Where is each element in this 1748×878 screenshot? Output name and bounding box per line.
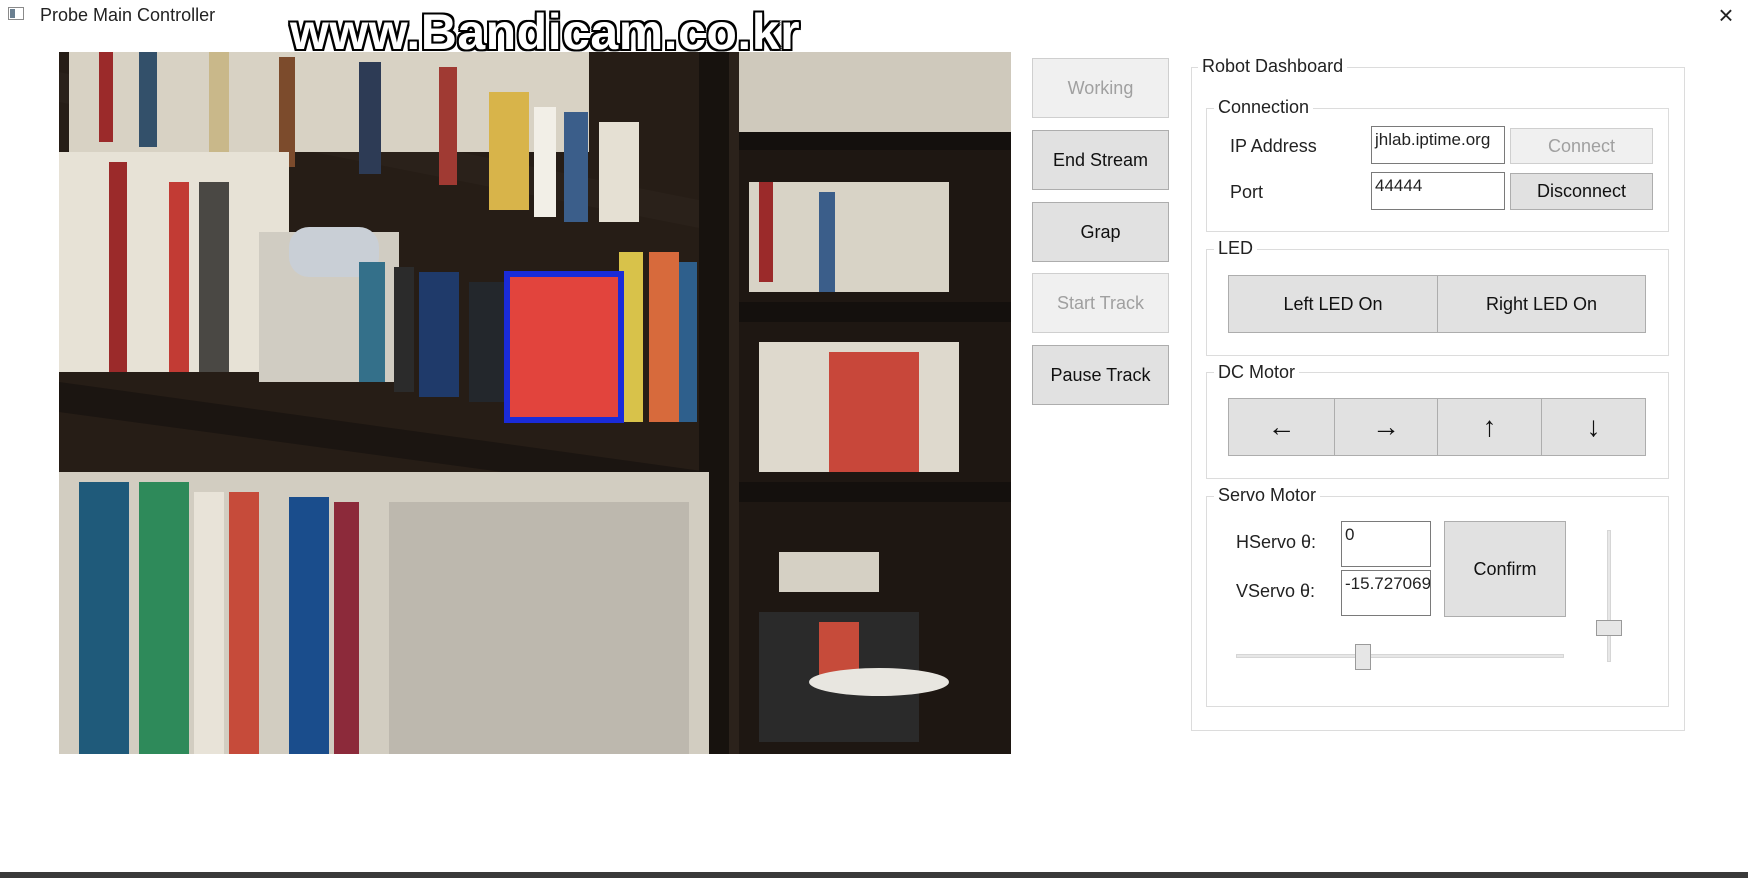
taskbar-edge (0, 872, 1748, 878)
ip-address-input[interactable]: jhlab.iptime.org (1371, 126, 1505, 164)
dc-motor-title: DC Motor (1214, 362, 1300, 382)
motor-left-button[interactable]: ← (1228, 398, 1335, 456)
disconnect-button[interactable]: Disconnect (1510, 173, 1653, 210)
confirm-button[interactable]: Confirm (1444, 521, 1566, 617)
robot-dashboard-title: Robot Dashboard (1198, 56, 1348, 76)
hservo-slider-track[interactable] (1236, 654, 1564, 658)
pause-track-button[interactable]: Pause Track (1032, 345, 1169, 405)
app-icon (8, 7, 24, 20)
ip-address-label: IP Address (1230, 136, 1317, 156)
grap-button[interactable]: Grap (1032, 202, 1169, 262)
title-bar: Probe Main Controller × (0, 0, 1748, 30)
port-label: Port (1230, 182, 1264, 202)
port-input[interactable]: 44444 (1371, 172, 1505, 210)
bandicam-watermark: www.Bandicam.co.kr (290, 4, 801, 60)
window-title: Probe Main Controller (40, 5, 216, 25)
connection-title: Connection (1214, 97, 1314, 117)
end-stream-button[interactable]: End Stream (1032, 130, 1169, 190)
led-title: LED (1214, 238, 1258, 258)
vservo-slider-thumb[interactable] (1596, 620, 1622, 636)
servo-motor-title: Servo Motor (1214, 485, 1321, 505)
connect-button[interactable]: Connect (1510, 128, 1653, 164)
camera-image (59, 52, 1011, 754)
motor-right-button[interactable]: → (1334, 398, 1438, 456)
motor-down-button[interactable]: ↓ (1541, 398, 1646, 456)
motor-up-button[interactable]: ↑ (1437, 398, 1542, 456)
hservo-slider-thumb[interactable] (1355, 644, 1371, 670)
hservo-input[interactable]: 0 (1341, 521, 1431, 567)
close-icon[interactable]: × (1712, 0, 1740, 30)
right-led-on-button[interactable]: Right LED On (1437, 275, 1646, 333)
vservo-slider-track[interactable] (1607, 530, 1611, 662)
left-led-on-button[interactable]: Left LED On (1228, 275, 1438, 333)
start-track-button[interactable]: Start Track (1032, 273, 1169, 333)
working-button[interactable]: Working (1032, 58, 1169, 118)
hservo-label: HServo θ: (1236, 532, 1317, 552)
vservo-label: VServo θ: (1236, 581, 1316, 601)
vservo-input[interactable]: -15.727069 (1341, 570, 1431, 616)
camera-feed (59, 52, 1011, 754)
